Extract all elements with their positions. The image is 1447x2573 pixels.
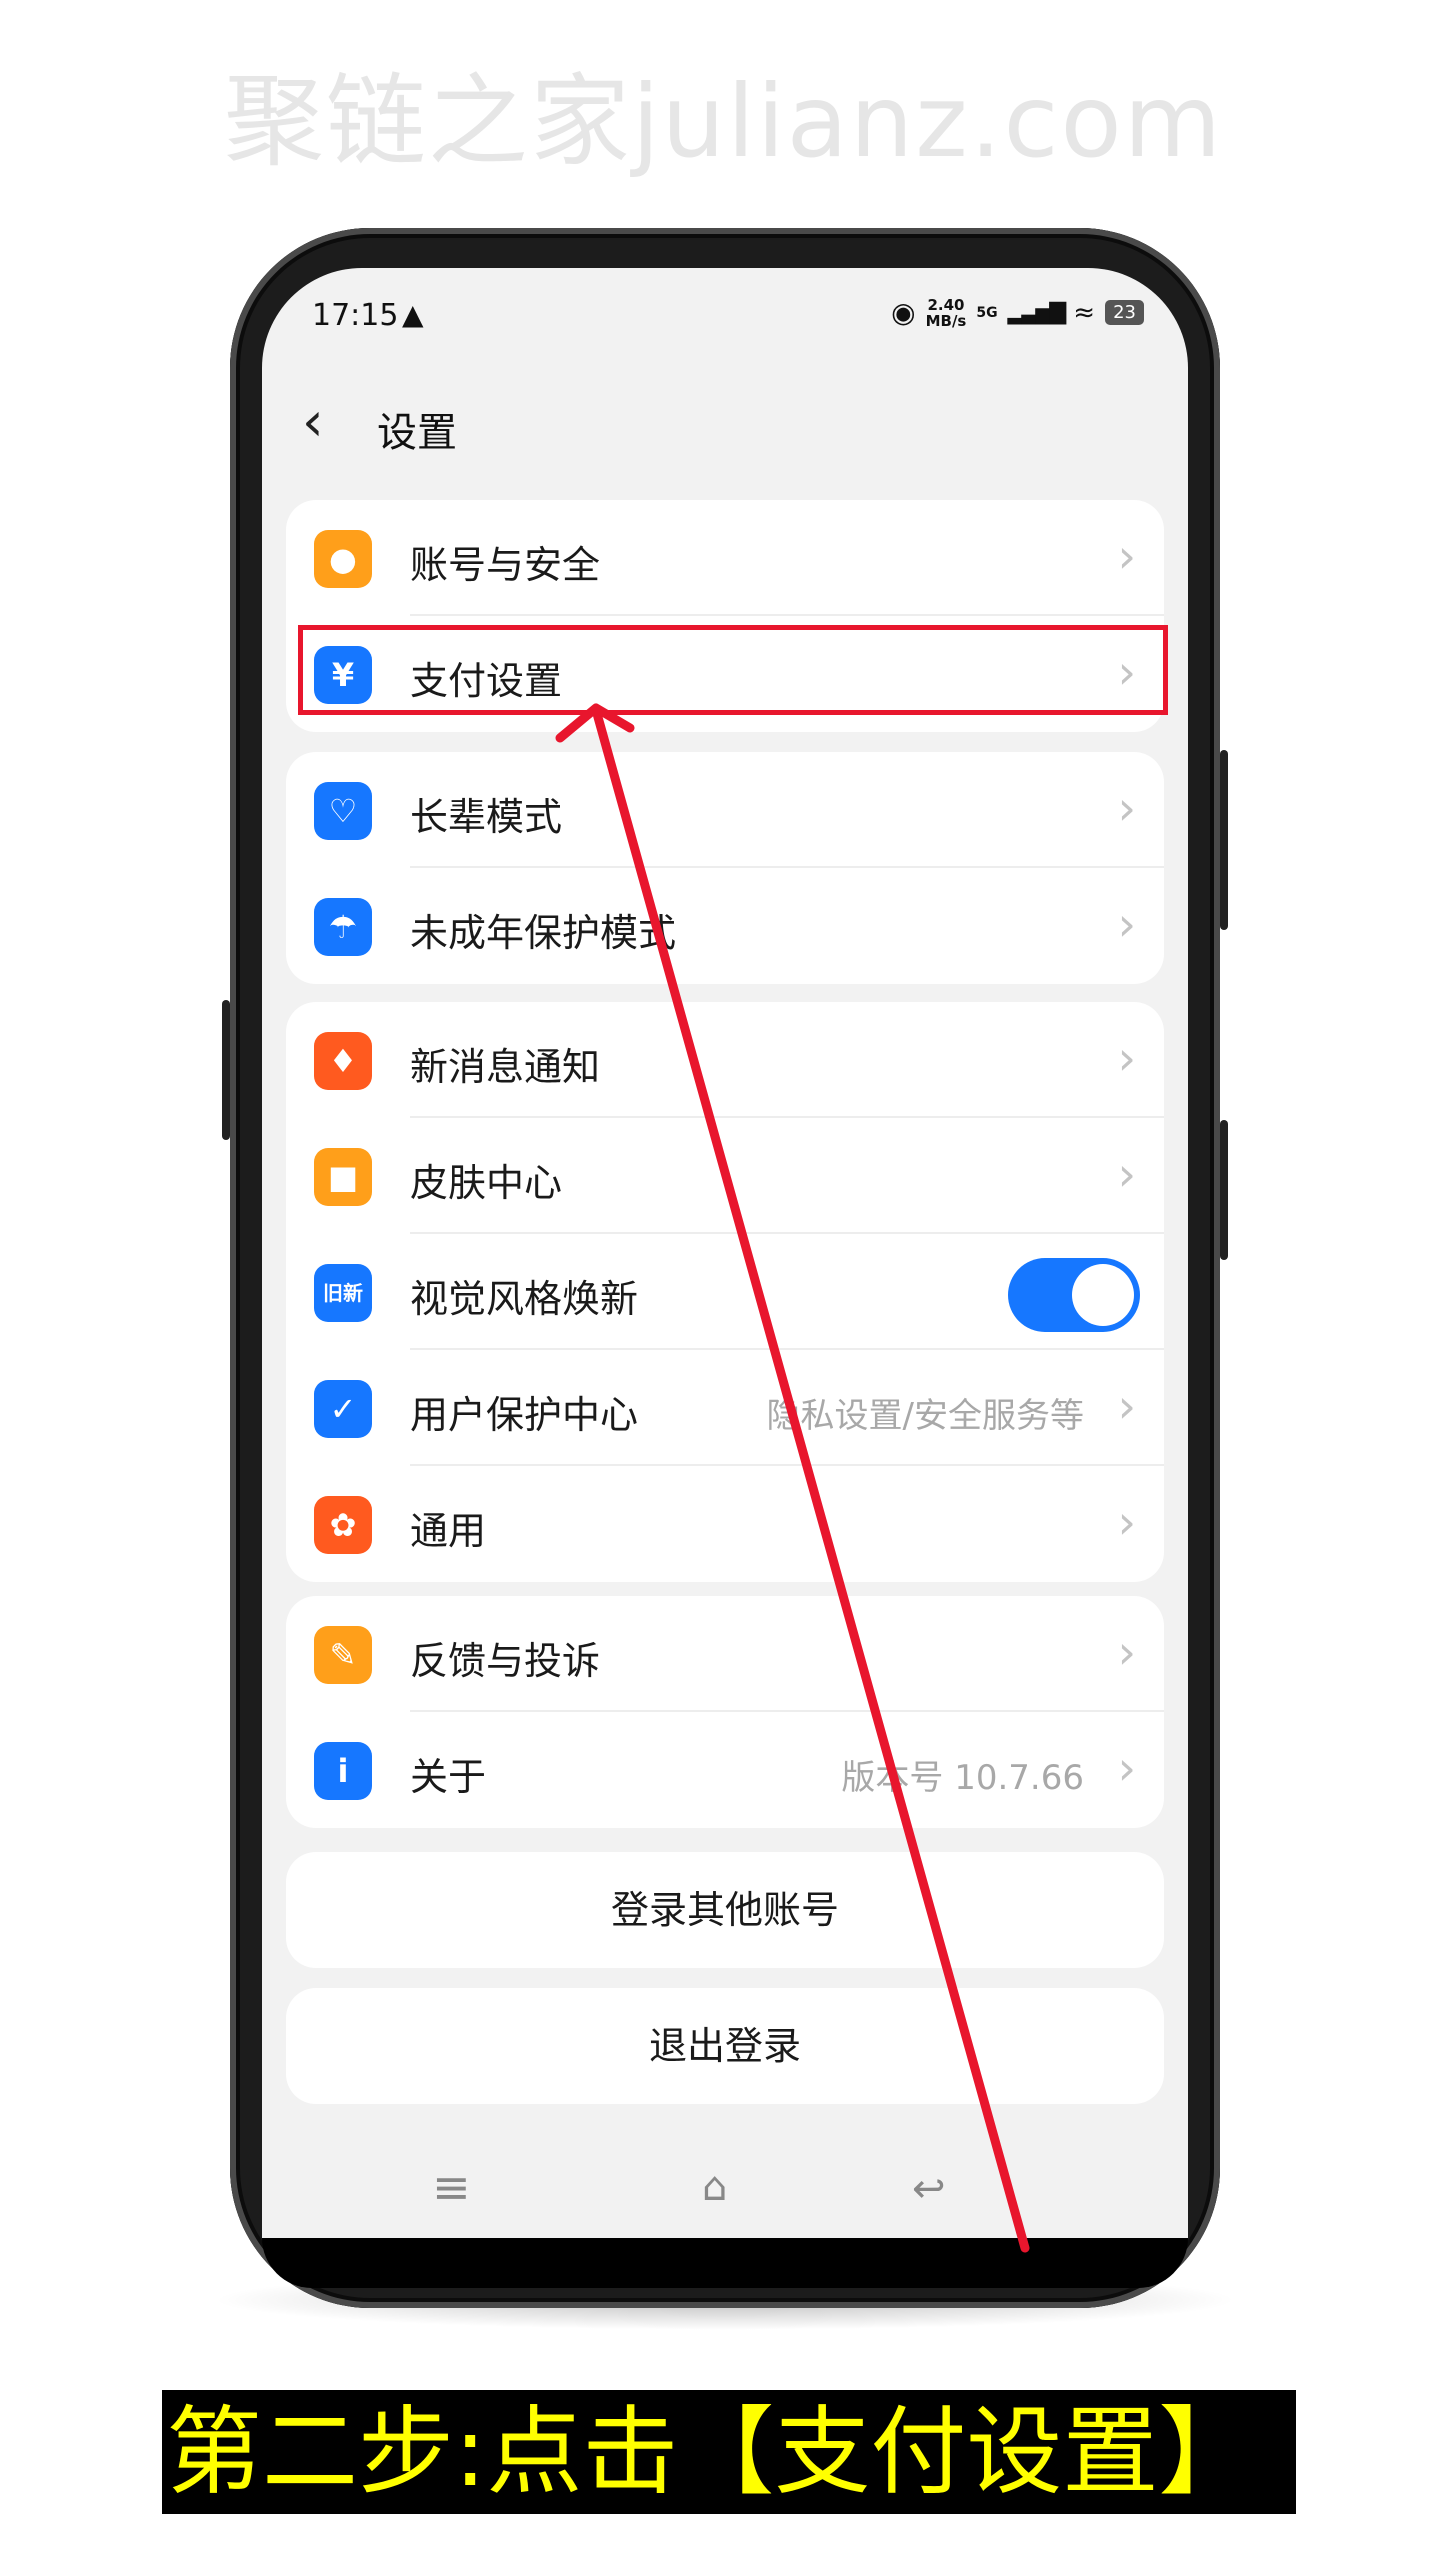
chevron-right-icon: › — [1117, 781, 1136, 835]
item-label: 通用 — [410, 1509, 487, 1553]
item-value: 版本号 10.7.66 — [841, 1758, 1084, 1798]
settings-item-user-protection[interactable]: ✓ 用户保护中心 隐私设置/安全服务等 › — [286, 1350, 1164, 1466]
item-label: 账号与安全 — [410, 543, 601, 587]
settings-item-visual-style: 旧新 视觉风格焕新 — [286, 1234, 1164, 1350]
chevron-right-icon: › — [1117, 1031, 1136, 1085]
shield-icon: ✓ — [314, 1380, 372, 1438]
switch-account-button[interactable]: 登录其他账号 — [286, 1852, 1164, 1968]
shirt-icon: ■ — [314, 1148, 372, 1206]
item-value: 隐私设置/安全服务等 — [766, 1396, 1084, 1436]
chevron-right-icon: › — [1117, 1147, 1136, 1201]
visual-style-toggle[interactable] — [1008, 1258, 1140, 1332]
item-label: 用户保护中心 — [410, 1393, 639, 1437]
screen: 17:15 ▲ ◉ 2.40 MB/s 5G ▂▃▅▇ ≈ 23 ‹ 设置 ● … — [262, 268, 1188, 2238]
item-label: 新消息通知 — [410, 1045, 601, 1089]
return-icon[interactable]: ↩ — [912, 2166, 946, 2212]
chevron-right-icon: › — [1117, 529, 1136, 583]
chevron-right-icon: › — [1117, 1741, 1136, 1795]
pen-icon: ✎ — [314, 1626, 372, 1684]
item-label: 未成年保护模式 — [410, 911, 677, 955]
settings-group-about: ✎ 反馈与投诉 › i 关于 版本号 10.7.66 › — [286, 1596, 1164, 1828]
info-icon: i — [314, 1742, 372, 1800]
refresh-icon: 旧新 — [314, 1264, 372, 1322]
item-label: 长辈模式 — [410, 795, 563, 839]
settings-group-general: ♦ 新消息通知 › ■ 皮肤中心 › 旧新 视觉风格焕新 ✓ 用户保护中心 隐私… — [286, 1002, 1164, 1582]
gear-icon: ✿ — [314, 1496, 372, 1554]
network-type: 5G — [976, 304, 998, 321]
item-label: 皮肤中心 — [410, 1161, 563, 1205]
signal-icon: ▂▃▅▇ — [1007, 300, 1067, 325]
step-caption: 第二步:点击【支付设置】 — [162, 2390, 1296, 2514]
highlight-box — [298, 625, 1168, 715]
phone-chin — [262, 2238, 1188, 2288]
chevron-right-icon: › — [1117, 1625, 1136, 1679]
item-label: 视觉风格焕新 — [410, 1277, 639, 1321]
status-indicators: ◉ 2.40 MB/s 5G ▂▃▅▇ ≈ 23 — [891, 296, 1144, 329]
watermark: 聚链之家julianz.com — [223, 63, 1224, 180]
speed-unit: MB/s — [925, 311, 967, 330]
qq-penguin-icon: ▲ — [402, 298, 424, 331]
wifi-icon: ≈ — [1073, 297, 1096, 328]
chevron-right-icon: › — [1117, 897, 1136, 951]
page-header: ‹ 设置 — [262, 378, 1188, 468]
chevron-right-icon: › — [1117, 1379, 1136, 1433]
item-label: 反馈与投诉 — [410, 1639, 601, 1683]
toggle-knob — [1072, 1264, 1134, 1326]
network-speed: 2.40 MB/s — [926, 297, 967, 329]
battery-icon: 23 — [1105, 300, 1144, 325]
settings-item-minor-protection[interactable]: ☂ 未成年保护模式 › — [286, 868, 1164, 984]
chevron-left-icon[interactable]: ‹ — [302, 392, 324, 452]
home-icon[interactable]: ⌂ — [702, 2164, 727, 2210]
logout-button[interactable]: 退出登录 — [286, 1988, 1164, 2104]
item-label: 关于 — [410, 1755, 487, 1799]
settings-item-elder-mode[interactable]: ♡ 长辈模式 › — [286, 752, 1164, 868]
settings-item-general[interactable]: ✿ 通用 › — [286, 1466, 1164, 1582]
location-icon: ◉ — [891, 296, 916, 329]
heart-icon: ♡ — [314, 782, 372, 840]
page-title: 设置 — [377, 410, 457, 456]
phone-side-button — [1220, 750, 1228, 930]
settings-item-account-security[interactable]: ● 账号与安全 › — [286, 500, 1164, 616]
phone-side-button — [1220, 1120, 1228, 1260]
settings-item-about[interactable]: i 关于 版本号 10.7.66 › — [286, 1712, 1164, 1828]
umbrella-icon: ☂ — [314, 898, 372, 956]
status-bar: 17:15 ▲ ◉ 2.40 MB/s 5G ▂▃▅▇ ≈ 23 — [262, 268, 1188, 358]
phone-side-button — [222, 1000, 230, 1140]
settings-group-modes: ♡ 长辈模式 › ☂ 未成年保护模式 › — [286, 752, 1164, 984]
user-icon: ● — [314, 530, 372, 588]
chevron-right-icon: › — [1117, 1495, 1136, 1549]
settings-item-feedback[interactable]: ✎ 反馈与投诉 › — [286, 1596, 1164, 1712]
settings-item-skin-center[interactable]: ■ 皮肤中心 › — [286, 1118, 1164, 1234]
navigation-bar: ≡ ⌂ ↩ — [262, 2148, 1188, 2228]
status-time: 17:15 — [312, 298, 399, 333]
menu-icon[interactable]: ≡ — [432, 2160, 471, 2214]
settings-item-notifications[interactable]: ♦ 新消息通知 › — [286, 1002, 1164, 1118]
bell-icon: ♦ — [314, 1032, 372, 1090]
